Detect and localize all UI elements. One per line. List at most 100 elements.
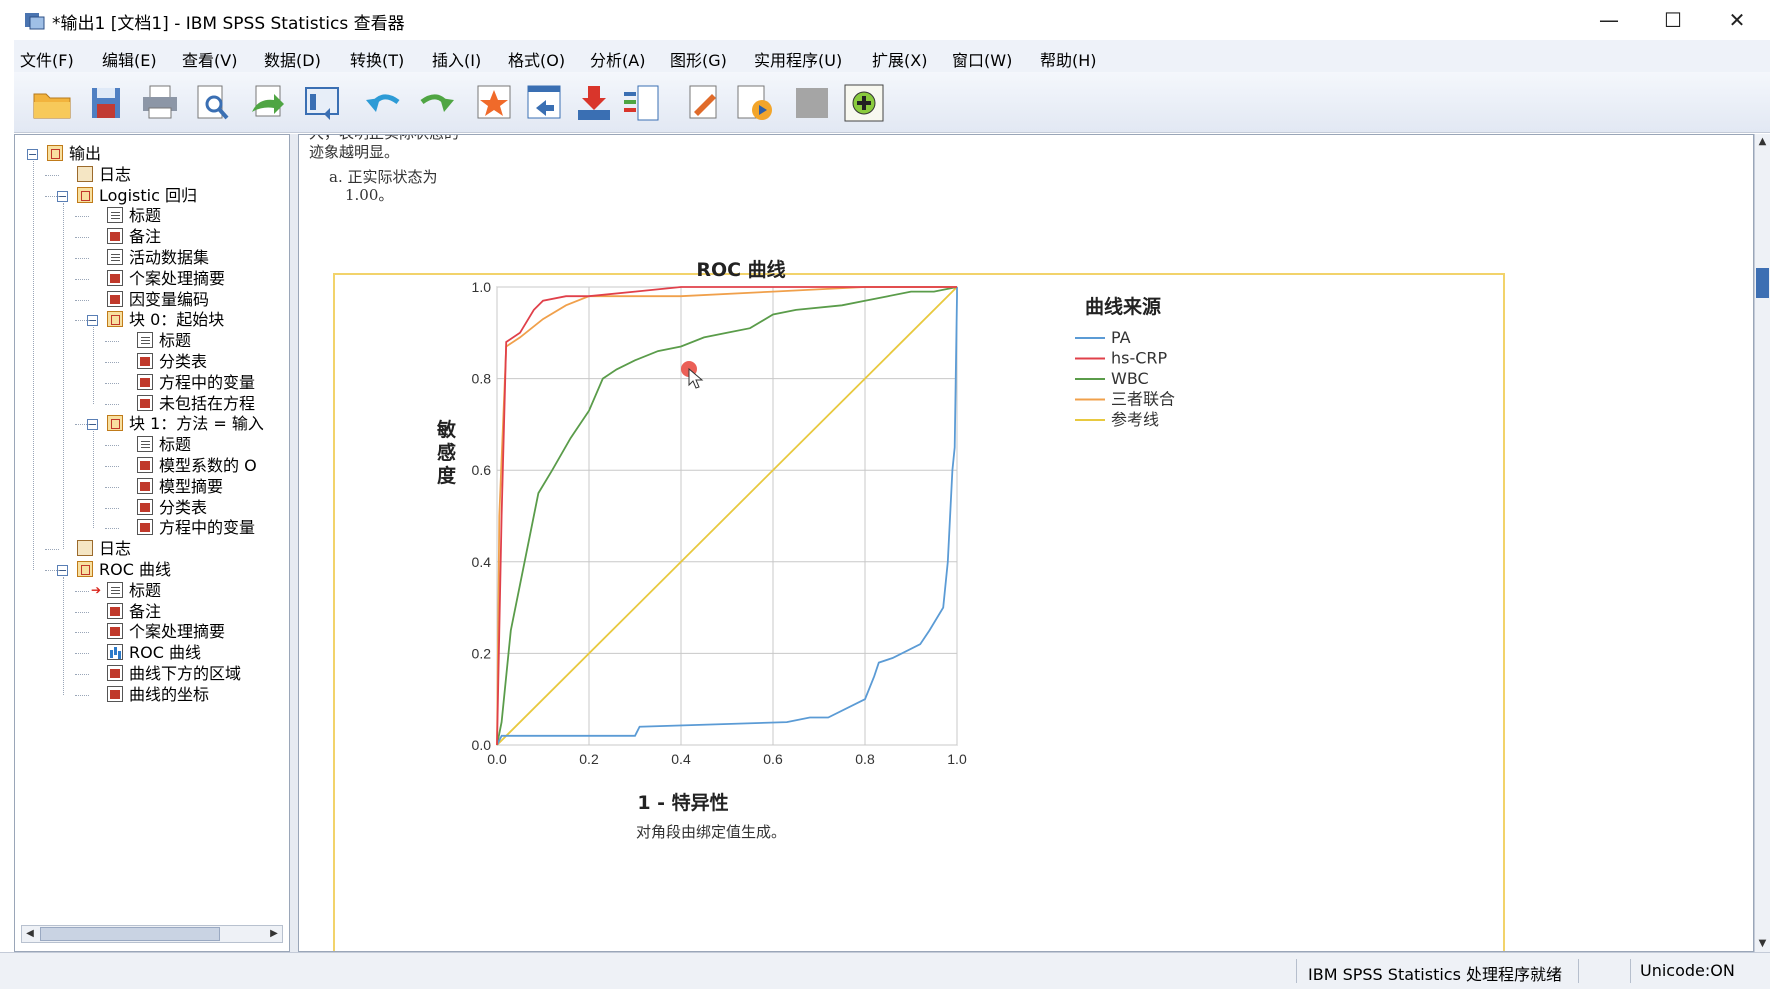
tree-item[interactable]: 曲线下方的区域 (107, 663, 241, 685)
menu-window[interactable]: 窗口(W) (952, 47, 1012, 71)
current-item-arrow-icon: ➔ (91, 582, 102, 597)
folder-icon (107, 311, 123, 328)
tree-item[interactable]: 块 1：方法 = 输入 (107, 413, 264, 435)
undo-icon[interactable] (362, 82, 406, 124)
tree-item[interactable]: 标题 (107, 580, 161, 602)
toolbar (14, 72, 1770, 133)
table-icon (107, 269, 123, 286)
save-icon[interactable] (84, 82, 128, 124)
menu-help[interactable]: 帮助(H) (1040, 47, 1097, 71)
menu-extensions[interactable]: 扩展(X) (872, 47, 927, 71)
menu-format[interactable]: 格式(O) (508, 47, 565, 71)
outline-horizontal-scrollbar[interactable]: ◀ ▶ (21, 925, 283, 943)
open-folder-icon[interactable] (30, 82, 74, 124)
menu-insert[interactable]: 插入(I) (432, 47, 481, 71)
tree-item[interactable]: 标题 (137, 434, 191, 456)
tree-item[interactable]: 备注 (107, 601, 161, 623)
tree-item[interactable]: 个案处理摘要 (107, 268, 225, 290)
menu-data[interactable]: 数据(D) (264, 47, 321, 71)
menu-utilities[interactable]: 实用程序(U) (754, 47, 842, 71)
scroll-up-icon[interactable]: ▲ (1755, 134, 1770, 150)
tree-item[interactable]: 标题 (137, 330, 191, 352)
folder-icon (107, 415, 123, 432)
note-icon (137, 436, 153, 453)
roc-chart[interactable]: 0.00.0 0.2 0.2 0.4 0.4 0.6 0.6 0.8 0.8 1.0 1.0 ROC … (299, 135, 1753, 951)
x-tick-label: 0.0 (487, 751, 507, 767)
tree-item[interactable]: 输出 (47, 143, 101, 165)
tree-item[interactable]: 活动数据集 (107, 247, 209, 269)
tree-item-label: 曲线下方的区域 (129, 664, 242, 683)
table-icon (137, 457, 153, 473)
window-title: *输出1 [文档1] - IBM SPSS Statistics 查看器 (52, 14, 405, 34)
add-icon[interactable] (842, 82, 886, 124)
y-tick-label: 0.6 (472, 462, 492, 478)
menu-edit[interactable]: 编辑(E) (102, 47, 157, 71)
print-preview-icon[interactable] (190, 82, 234, 124)
print-icon[interactable] (138, 82, 182, 124)
tree-item-label: 个案处理摘要 (129, 622, 226, 642)
menu-view[interactable]: 查看(V) (182, 47, 237, 71)
chart-icon (107, 644, 123, 661)
recall-dialog-icon[interactable] (300, 82, 344, 124)
tree-item[interactable]: 模型摘要 (137, 476, 223, 498)
tree-item[interactable]: 日志 (77, 164, 131, 186)
tree-item-label: 方程中的变量 (159, 518, 256, 538)
tree-item[interactable]: 日志 (77, 538, 131, 560)
redo-icon[interactable] (414, 82, 458, 124)
tree-item[interactable]: 未包括在方程 (137, 393, 255, 415)
maximize-button[interactable]: ☐ (1648, 6, 1698, 34)
tree-item[interactable]: 标题 (107, 205, 161, 227)
spss-app-icon (25, 13, 45, 30)
tree-item-label: 块 0：起始块 (129, 310, 225, 330)
menu-transform[interactable]: 转换(T) (350, 47, 404, 71)
outline-pane[interactable]: − 输出 日志 − Logistic 回归 标题 备注 活动数据集 个案处理摘要 因变量编码 − 块 … (14, 134, 290, 952)
tree-item[interactable]: ROC 曲线 (107, 642, 201, 664)
scroll-down-icon[interactable]: ▼ (1755, 936, 1770, 952)
goto-data-icon[interactable] (472, 82, 516, 124)
tree-item[interactable]: 方程中的变量 (137, 372, 255, 394)
table-icon (107, 602, 123, 619)
output-pane[interactable]: 大，表明正实际状态的 迹象越明显。 a. 正实际状态为 1.00。 0.00.0… (298, 134, 1754, 952)
note-icon (107, 581, 123, 598)
y-axis-label: 敏感度 (434, 418, 457, 488)
menu-file[interactable]: 文件(F) (20, 47, 74, 71)
insert-output-icon[interactable] (682, 82, 726, 124)
output-vertical-scrollbar[interactable]: ▲ ▼ (1754, 134, 1770, 952)
minimize-button[interactable]: — (1584, 6, 1634, 34)
status-bar: IBM SPSS Statistics 处理程序就绪 Unicode:ON (0, 952, 1770, 989)
tree-item[interactable]: ROC 曲线 (77, 559, 171, 581)
variables-icon[interactable] (620, 82, 664, 124)
run-script-icon[interactable] (732, 82, 776, 124)
table-icon (107, 665, 123, 681)
tree-item-label: 方程中的变量 (159, 372, 256, 392)
goto-variable-icon[interactable] (572, 82, 616, 124)
tree-item[interactable]: Logistic 回归 (77, 185, 197, 207)
tree-item[interactable]: 方程中的变量 (137, 517, 255, 539)
tree-item[interactable]: 块 0：起始块 (107, 309, 224, 331)
tree-item-label: 标题 (159, 331, 192, 351)
tree-item-label: 输出 (69, 144, 102, 163)
tree-item[interactable]: 分类表 (137, 497, 207, 519)
scrollbar-thumb[interactable] (1756, 268, 1769, 298)
tree-item[interactable]: 备注 (107, 226, 161, 248)
goto-case-icon[interactable] (522, 82, 566, 124)
tree-item[interactable]: 因变量编码 (107, 289, 209, 311)
tree-item[interactable]: 分类表 (137, 351, 207, 373)
scrollbar-thumb[interactable] (40, 927, 220, 941)
scroll-left-icon[interactable]: ◀ (22, 926, 38, 942)
title-bar: *输出1 [文档1] - IBM SPSS Statistics 查看器 — ☐… (0, 0, 1770, 40)
tree-item-label: 标题 (159, 435, 192, 455)
collapse-toggle[interactable]: − (27, 149, 38, 160)
tree-item[interactable]: 曲线的坐标 (107, 684, 209, 706)
menu-graphs[interactable]: 图形(G) (670, 47, 727, 71)
close-button[interactable]: ✕ (1712, 6, 1762, 34)
scroll-right-icon[interactable]: ▶ (266, 926, 282, 942)
menu-analyze[interactable]: 分析(A) (590, 47, 645, 71)
tree-item[interactable]: 个案处理摘要 (107, 621, 225, 643)
tree-item-label: 活动数据集 (129, 248, 210, 267)
pane-splitter[interactable] (290, 134, 298, 952)
table-icon (137, 519, 153, 536)
export-icon[interactable] (246, 82, 290, 124)
tree-item[interactable]: 模型系数的 O (137, 455, 257, 477)
table-icon (107, 623, 123, 640)
